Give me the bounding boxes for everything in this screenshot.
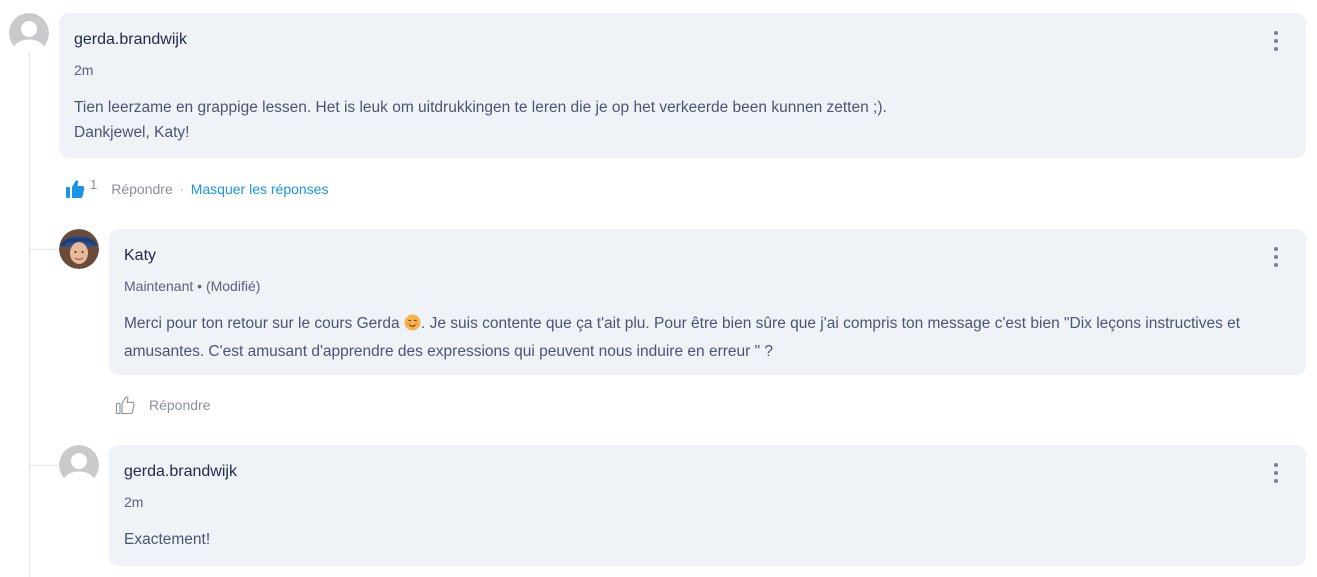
thumbs-up-outline-icon: [115, 396, 135, 415]
comment-text-part: Merci pour ton retour sur le cours Gerda: [124, 315, 404, 332]
reply-bubble: gerda.brandwijk 2m Exactement!: [109, 445, 1306, 566]
reply-connector: [29, 249, 59, 250]
more-options-icon[interactable]: [1270, 245, 1282, 269]
comment-timestamp: 2m: [74, 62, 94, 78]
avatar[interactable]: [59, 229, 99, 269]
hide-replies-link[interactable]: Masquer les réponses: [191, 181, 329, 197]
like-button[interactable]: [65, 179, 85, 199]
like-button[interactable]: [115, 395, 135, 415]
default-avatar-icon: [59, 445, 99, 485]
comment-timestamp: Maintenant • (Modifié): [124, 278, 261, 294]
comment-actions: Répondre: [115, 395, 211, 415]
comment-author[interactable]: Katy: [124, 247, 156, 265]
comment-bubble: gerda.brandwijk 2m Tien leerzame en grap…: [59, 13, 1306, 158]
reply-button[interactable]: Répondre: [111, 181, 173, 197]
thread-line: [29, 52, 30, 577]
comment-author[interactable]: gerda.brandwijk: [74, 31, 187, 49]
reply-connector: [29, 465, 59, 466]
comment-text: Exactement!: [124, 531, 211, 548]
reply-bubble: Katy Maintenant • (Modifié) Merci pour t…: [109, 229, 1306, 375]
comment-timestamp: 2m: [124, 494, 144, 510]
default-avatar-icon: [9, 13, 49, 53]
thumbs-up-filled-icon: [66, 180, 85, 198]
comment-text: Tien leerzame en grappige lessen. Het is…: [74, 96, 1274, 145]
avatar[interactable]: [9, 13, 49, 53]
reply-button[interactable]: Répondre: [149, 397, 211, 413]
more-options-icon[interactable]: [1270, 461, 1282, 485]
more-options-icon[interactable]: [1270, 29, 1282, 53]
comment-text-line: Dankjewel, Katy!: [74, 123, 190, 141]
separator: ·: [179, 182, 184, 196]
like-count: 1: [90, 176, 98, 192]
comment-author[interactable]: gerda.brandwijk: [124, 463, 237, 481]
comment-actions: 1 Répondre · Masquer les réponses: [65, 176, 329, 199]
smiling-face-emoji-icon: [404, 314, 421, 340]
comment-text: Merci pour ton retour sur le cours Gerda…: [124, 312, 1296, 364]
comment-text-line: Tien leerzame en grappige lessen. Het is…: [74, 99, 887, 116]
user-photo-icon: [59, 229, 99, 269]
avatar[interactable]: [59, 445, 99, 485]
